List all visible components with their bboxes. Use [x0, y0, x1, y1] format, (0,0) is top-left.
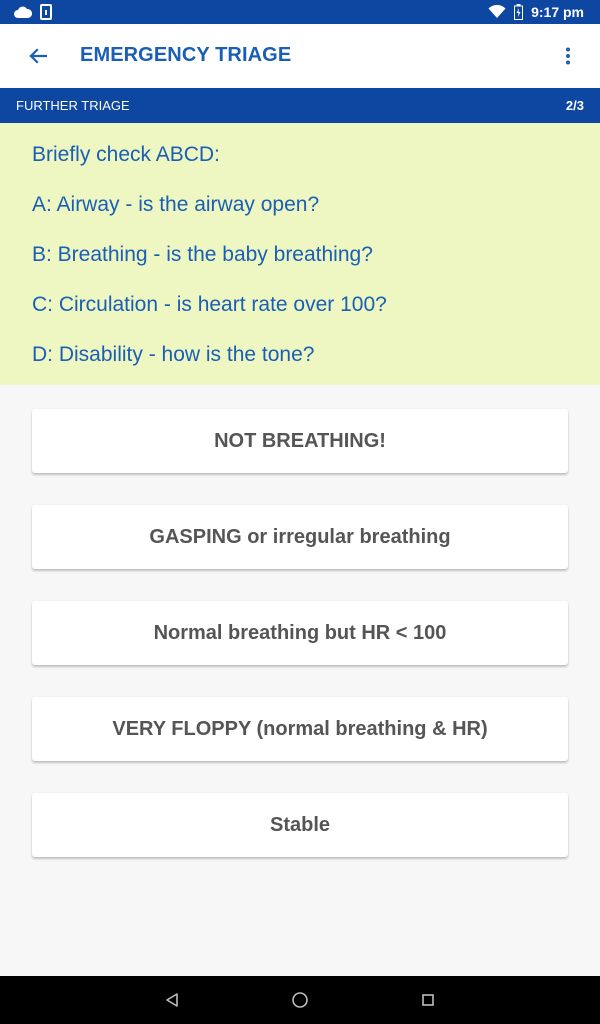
back-button[interactable]	[20, 38, 56, 74]
page-title: EMERGENCY TRIAGE	[80, 44, 292, 66]
section-header: FURTHER TRIAGE 2/3	[0, 88, 600, 123]
section-title: FURTHER TRIAGE	[16, 98, 130, 113]
info-line-airway: A: Airway - is the airway open?	[32, 193, 320, 216]
info-line-circulation: C: Circulation - is heart rate over 100?	[32, 293, 387, 316]
wifi-icon	[488, 5, 506, 18]
app-bar: EMERGENCY TRIAGE	[0, 24, 600, 88]
nav-recents-button[interactable]	[416, 988, 440, 1012]
notification-cloud-icon	[14, 6, 32, 18]
status-time: 9:17 pm	[531, 4, 584, 20]
nav-recents-icon	[422, 994, 434, 1006]
info-heading: Briefly check ABCD:	[32, 143, 220, 166]
info-line-disability: D: Disability - how is the tone?	[32, 343, 315, 366]
more-vert-icon	[566, 47, 570, 65]
battery-charging-icon	[514, 4, 524, 20]
not-breathing-button[interactable]: NOT BREATHING!	[32, 409, 568, 473]
nav-home-button[interactable]	[288, 988, 312, 1012]
sim-card-icon	[40, 4, 52, 20]
step-indicator: 2/3	[565, 98, 584, 113]
arrow-back-icon	[29, 48, 47, 64]
system-navigation-bar	[0, 976, 600, 1024]
nav-back-icon	[166, 993, 178, 1007]
nav-home-icon	[292, 992, 308, 1008]
nav-back-button[interactable]	[160, 988, 184, 1012]
abcd-info-panel: Briefly check ABCD: A: Airway - is the a…	[0, 123, 600, 385]
status-bar: 9:17 pm	[0, 0, 600, 24]
low-heart-rate-button[interactable]: Normal breathing but HR < 100	[32, 601, 568, 665]
status-icons-left	[14, 3, 52, 21]
very-floppy-button[interactable]: VERY FLOPPY (normal breathing & HR)	[32, 697, 568, 761]
gasping-button[interactable]: GASPING or irregular breathing	[32, 505, 568, 569]
status-icons-right: 9:17 pm	[488, 0, 584, 24]
stable-button[interactable]: Stable	[32, 793, 568, 857]
overflow-menu-button[interactable]	[552, 40, 584, 72]
info-line-breathing: B: Breathing - is the baby breathing?	[32, 243, 373, 266]
